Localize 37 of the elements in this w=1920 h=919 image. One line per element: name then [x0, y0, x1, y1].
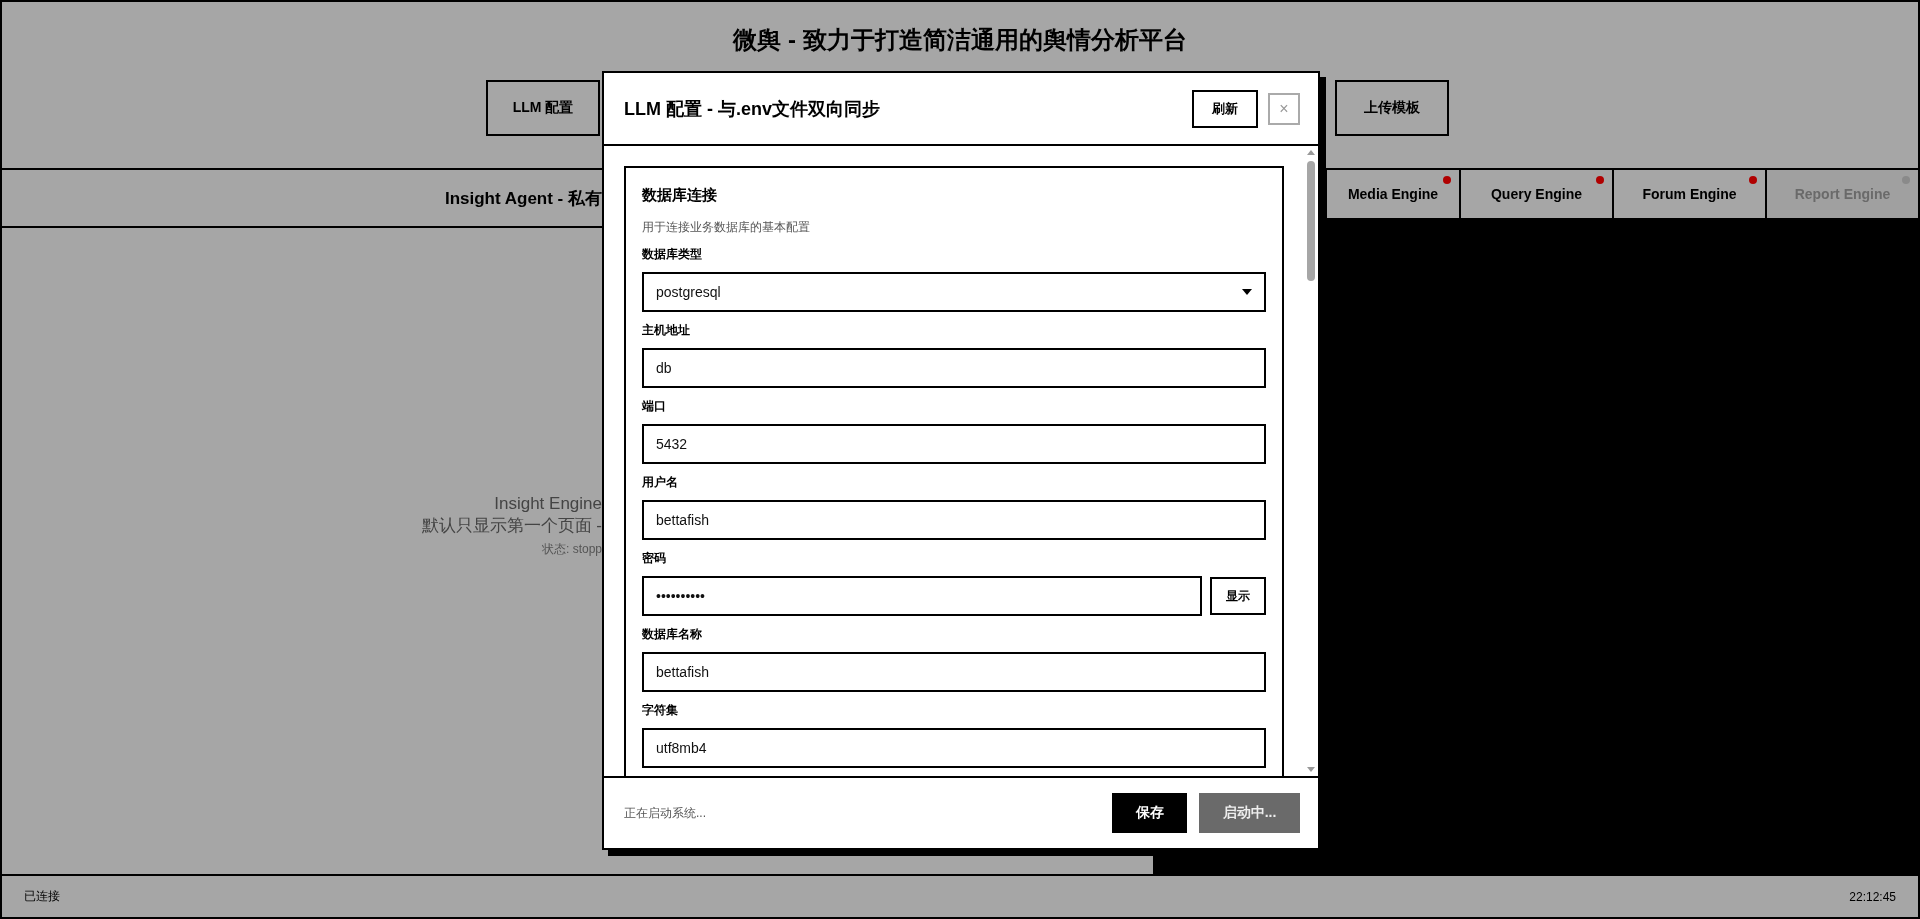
app-title: 微舆 - 致力于打造简洁通用的舆情分析平台: [733, 25, 1187, 55]
clock-time: 22:12:45: [1849, 889, 1896, 904]
field-label: 用户名: [642, 474, 679, 491]
select-field[interactable]: postgresql: [642, 272, 1266, 312]
connection-status: 已连接: [24, 888, 60, 905]
section-description: 用于连接业务数据库的基本配置: [642, 219, 811, 236]
panel-title: Insight Agent - 私有: [444, 187, 602, 210]
field-label: 字符集: [642, 702, 679, 719]
nav-button[interactable]: 上传模板: [1335, 80, 1449, 136]
section-title: 数据库连接: [642, 186, 718, 205]
scroll-up-arrow-icon[interactable]: [1307, 150, 1315, 155]
refresh-button[interactable]: 刷新: [1192, 89, 1258, 128]
show-password-button[interactable]: 显示: [1210, 577, 1266, 615]
caret-icon: [1242, 289, 1252, 295]
panel-message: 默认只显示第一个页面 -: [421, 515, 602, 537]
field-label: 数据库名称: [642, 626, 703, 643]
password-field[interactable]: ••••••••••: [642, 576, 1202, 616]
startup-status: 正在启动系统...: [624, 804, 707, 822]
engine-tab[interactable]: Query Engine: [1461, 170, 1612, 218]
nav-button[interactable]: LLM 配置: [486, 80, 600, 136]
field-label: 端口: [642, 398, 667, 415]
input-field[interactable]: db: [642, 348, 1266, 388]
engine-tab[interactable]: Media Engine: [1327, 170, 1459, 218]
input-field[interactable]: bettafish: [642, 500, 1266, 540]
input-field[interactable]: 5432: [642, 424, 1266, 464]
panel-message: Insight Engine: [494, 494, 602, 514]
save-button[interactable]: 保存: [1112, 793, 1187, 833]
panel-message: 状态: stopp: [541, 541, 602, 558]
field-label: 密码: [642, 550, 667, 567]
dialog-title: LLM 配置 - 与.env文件双向同步: [624, 97, 881, 121]
scrollbar-thumb[interactable]: [1307, 161, 1315, 281]
engine-tab[interactable]: Forum Engine: [1614, 170, 1765, 218]
field-label: 主机地址: [642, 322, 691, 339]
input-field[interactable]: utf8mb4: [642, 728, 1266, 768]
scroll-down-arrow-icon[interactable]: [1307, 767, 1315, 772]
field-label: 数据库类型: [642, 246, 703, 263]
input-field[interactable]: bettafish: [642, 652, 1266, 692]
